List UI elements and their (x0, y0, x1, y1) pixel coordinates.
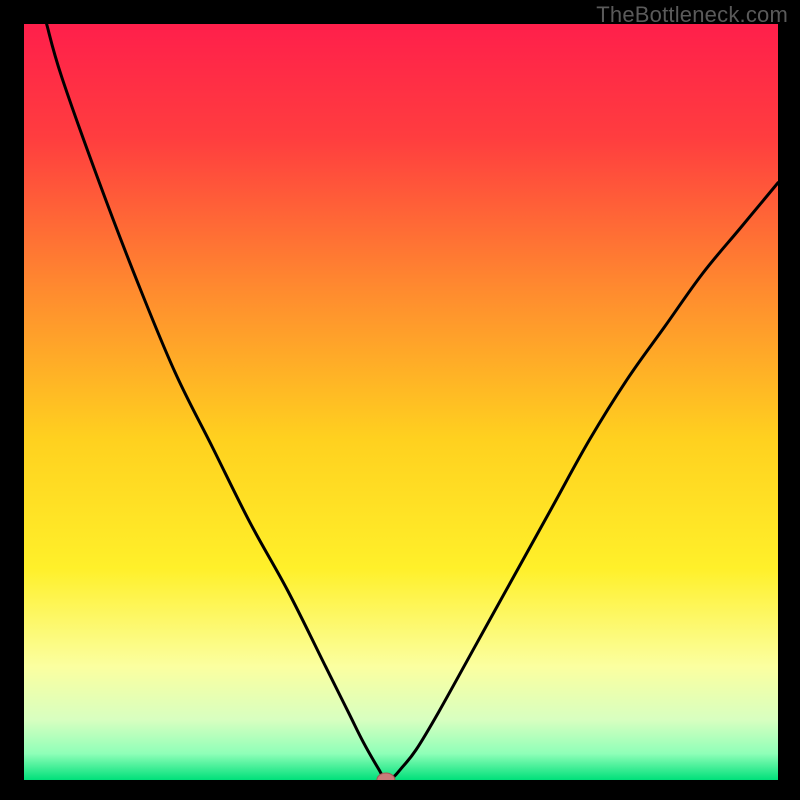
watermark-text: TheBottleneck.com (596, 2, 788, 28)
plot-area (24, 24, 778, 780)
gradient-background (24, 24, 778, 780)
plot-svg (24, 24, 778, 780)
chart-frame: TheBottleneck.com (0, 0, 800, 800)
